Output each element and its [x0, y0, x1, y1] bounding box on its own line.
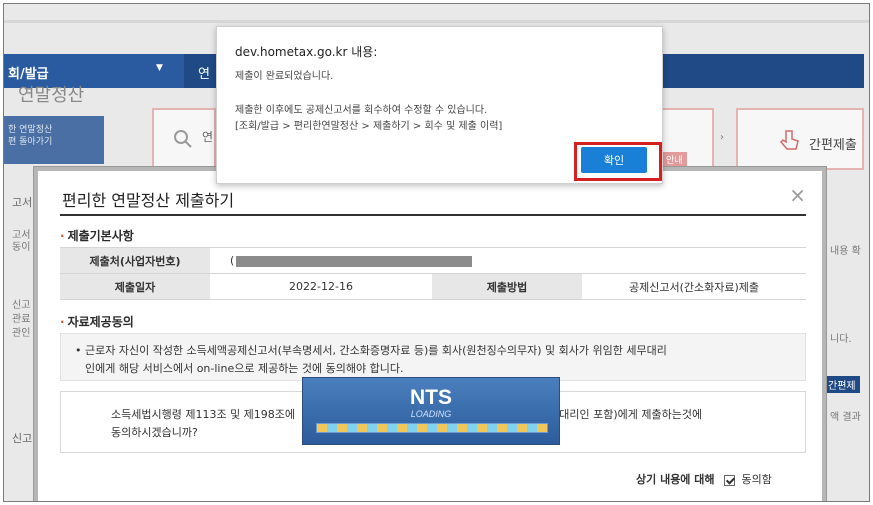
loading-progress-bar [316, 423, 548, 433]
loading-title: NTS [410, 386, 452, 409]
screenshot-frame: 회/발급 ▼ 연 연말정산 한 연말정산 편 돌아가기 연 안내 › 간편제출 [3, 3, 870, 502]
agree-checkbox[interactable] [724, 474, 735, 486]
alert-message-line1: 제출이 완료되었습니다. [235, 71, 334, 82]
masked-business-number [236, 255, 473, 267]
title-divider [60, 214, 806, 216]
submit-modal: 편리한 연말정산 제출하기 × · 제출기본사항 제출처(사업자번호) ( 제출일… [34, 167, 826, 501]
consent-notice: • 근로자 자신이 작성한 소득세액공제신고서(부속명세서, 간소화증명자료 등… [60, 333, 806, 381]
step-card-2[interactable]: 안내 [660, 108, 714, 170]
step-card-1-label: 연 [202, 130, 214, 144]
chevron-down-icon: ▼ [156, 63, 163, 73]
bg-side-fragment: 내용 확 [830, 246, 861, 257]
bg-side-fragment: 신고 [12, 300, 31, 311]
close-icon[interactable]: × [789, 183, 806, 207]
bg-side-fragment: 고서 [12, 196, 33, 209]
bg-side-fragment: 동이 [12, 242, 31, 253]
top-divider [4, 20, 869, 23]
loading-subtitle: LOADING [410, 409, 452, 419]
bullet-icon: · [60, 229, 65, 243]
consent-line1: • 근로자 자신이 작성한 소득세액공제신고서(부속명세서, 간소화증명자료 등… [75, 344, 667, 357]
consent-line2: 인에게 해당 서비스에서 on-line으로 제공하는 것에 동의해야 합니다. [85, 362, 404, 375]
bg-side-fragment: 니다. [830, 334, 852, 345]
side-panel-line1: 한 연말정산 [8, 125, 53, 135]
consent-section-title: · 자료제공동의 [60, 313, 134, 330]
submit-method-label: 제출방법 [432, 273, 582, 300]
simple-submit-label: 간편제출 [809, 138, 857, 153]
submitter-label: 제출처(사업자번호) [60, 247, 210, 274]
step-card-1[interactable]: 연 [152, 108, 216, 170]
bullet-icon: · [60, 315, 65, 329]
modal-title: 편리한 연말정산 제출하기 [62, 191, 235, 210]
submitter-prefix: ( [230, 254, 235, 267]
side-panel-line2: 편 돌아가기 [8, 137, 53, 147]
bg-side-fragment: 관인 [12, 328, 31, 339]
bg-side-fragment: 관료 [12, 314, 31, 325]
return-to-easy-settlement-button[interactable]: 한 연말정산 편 돌아가기 [4, 116, 104, 164]
submit-date-label: 제출일자 [60, 273, 210, 300]
bg-side-fragment: 액 결과 [830, 412, 861, 423]
nav-menu-label: 회/발급 [8, 67, 49, 82]
bg-side-fragment: 신고 [12, 432, 33, 445]
magnifier-icon [174, 130, 192, 148]
guide-badge: 안내 [662, 152, 687, 167]
pointer-hand-icon [779, 130, 799, 150]
table-row: 제출처(사업자번호) ( [60, 247, 806, 274]
nts-loading-overlay: NTS LOADING [302, 377, 560, 445]
agree-row: 상기 내용에 대해 동의함 [636, 471, 772, 487]
basic-info-section-title: · 제출기본사항 [60, 227, 134, 244]
submitter-value: ( [210, 247, 806, 274]
nav-menu-second[interactable]: 연 [198, 63, 210, 82]
step-arrow-icon: › [720, 132, 724, 143]
alert-message-line3: [조회/발급 > 편리한연말정산 > 제출하기 > 회수 및 제출 이력] [235, 121, 503, 132]
submit-date-value: 2022-12-16 [210, 273, 432, 300]
basic-info-table: 제출처(사업자번호) ( 제출일자 2022-12-16 제출방법 공제신고서(… [60, 247, 806, 300]
table-row: 제출일자 2022-12-16 제출방법 공제신고서(간소화자료)제출 [60, 273, 806, 300]
submit-method-value: 공제신고서(간소화자료)제출 [582, 273, 806, 300]
agree-checkbox-label[interactable]: 동의함 [742, 473, 772, 486]
ok-button[interactable]: 확인 [581, 147, 647, 173]
consent-title-text: 자료제공동의 [67, 315, 134, 329]
agree-question: 상기 내용에 대해 [636, 473, 715, 486]
agree-line1-left: 소득세법시행령 제113조 및 제198조에 [111, 408, 296, 421]
basic-info-title-text: 제출기본사항 [67, 229, 134, 243]
alert-message-line2: 제출한 이후에도 공제신고서를 회수하여 수정할 수 있습니다. [235, 105, 488, 116]
page-heading: 연말정산 [18, 85, 85, 106]
agree-line1-right: 세무대리인 포함)에게 제출하는것에 [539, 408, 703, 421]
loading-progress-fill [317, 424, 547, 432]
alert-origin: dev.hometax.go.kr 내용: [235, 45, 378, 59]
bg-side-button: 간편제 [824, 376, 860, 393]
